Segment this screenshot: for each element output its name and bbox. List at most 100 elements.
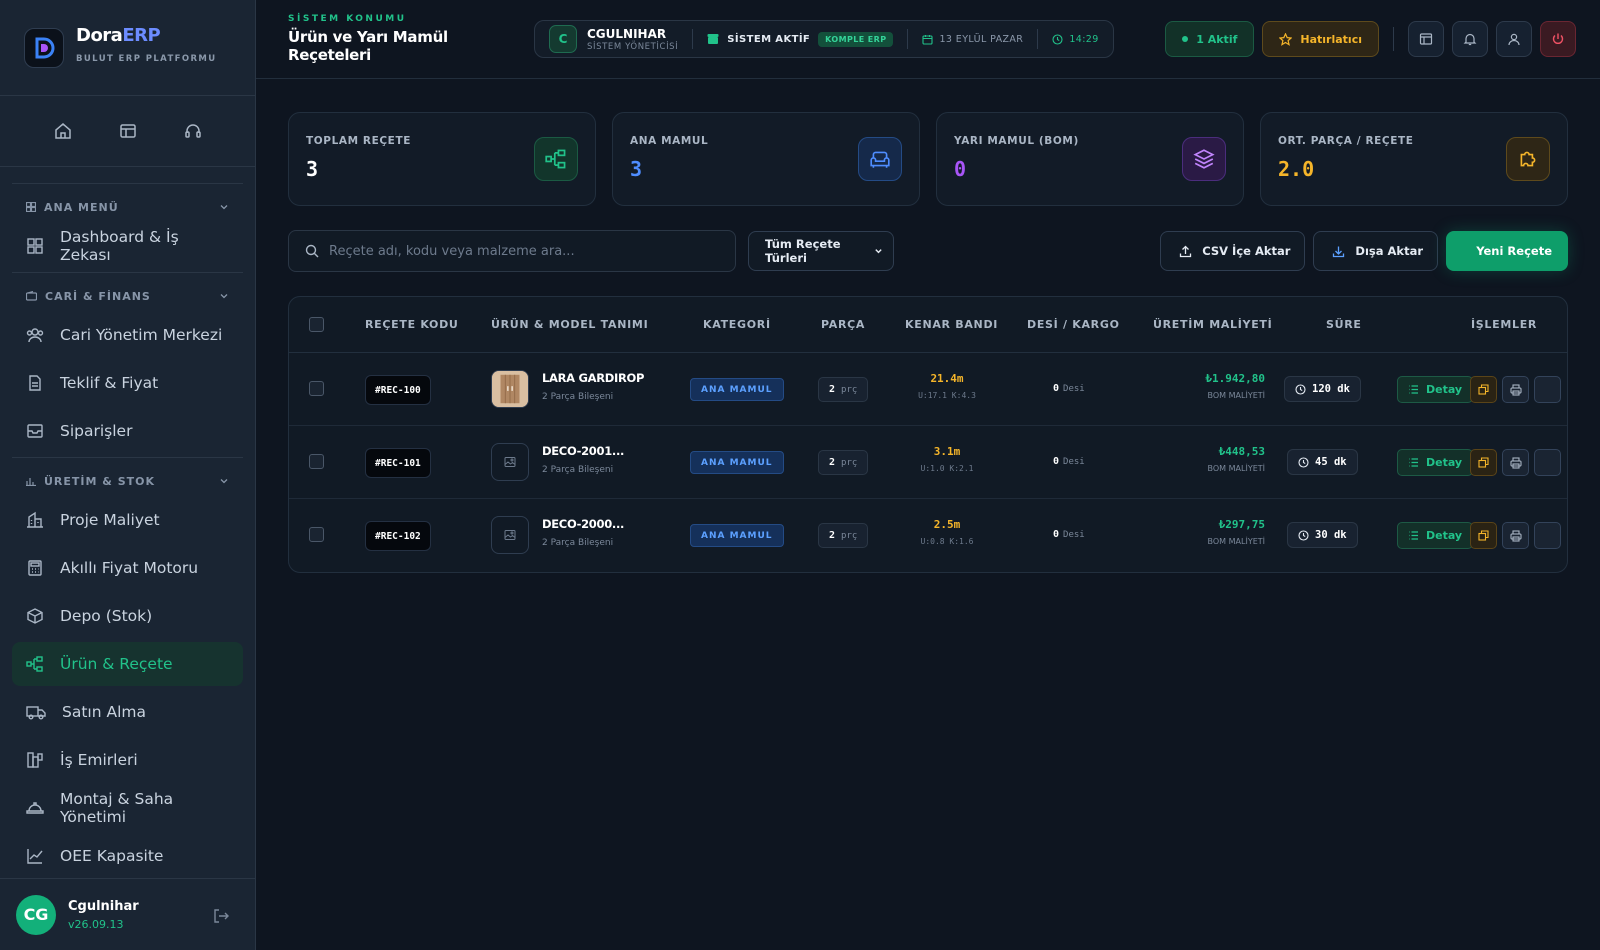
product-image <box>491 370 529 408</box>
detail-button[interactable]: Detay <box>1397 522 1474 549</box>
sidebar-item-teklif[interactable]: Teklif & Fiyat <box>12 361 243 405</box>
status-role: SİSTEM YÖNETİCİSİ <box>587 41 679 52</box>
user-name: Cgulnihar <box>68 898 139 914</box>
new-recipe-button[interactable]: Yeni Reçete <box>1446 231 1568 271</box>
col-product[interactable]: ÜRÜN & MODEL TANIMI <box>491 318 648 331</box>
sidebar-item-satin-alma[interactable]: Satın Alma <box>12 690 243 734</box>
nav-group-cari-finans[interactable]: CARİ & FİNANS <box>12 279 243 313</box>
table-row[interactable]: #REC-101 DECO-2001... 2 Parça Bileşeni A… <box>289 426 1567 499</box>
row-checkbox[interactable] <box>309 381 324 396</box>
copy-button[interactable] <box>1470 522 1497 549</box>
product-name[interactable]: DECO-2001... <box>542 444 624 458</box>
sidebar-item-label: Proje Maliyet <box>60 511 160 529</box>
profile-button[interactable] <box>1496 21 1532 57</box>
col-parts[interactable]: PARÇA <box>821 318 865 331</box>
store-icon <box>707 34 719 44</box>
parts-count: 2 prç <box>818 523 869 548</box>
copy-button[interactable] <box>1470 449 1497 476</box>
search-box <box>288 230 736 272</box>
col-category[interactable]: KATEGORİ <box>703 318 771 331</box>
logo[interactable] <box>24 28 64 68</box>
list-icon <box>1409 531 1418 540</box>
sidebar-item-label: Depo (Stok) <box>60 607 153 625</box>
sidebar-item-urun-recete[interactable]: Ürün & Reçete <box>12 642 243 686</box>
reminder-button[interactable]: Hatırlatıcı <box>1262 21 1379 57</box>
sidebar-item-oee[interactable]: OEE Kapasite <box>12 834 243 878</box>
nav: ANA MENÜ Dashboard & İş Zekası CARİ & Fİ… <box>0 167 255 878</box>
chevron-down-icon <box>220 479 228 484</box>
chevron-down-icon <box>875 249 882 254</box>
category-badge: ANA MAMUL <box>690 378 784 401</box>
col-cost[interactable]: ÜRETİM MALİYETİ <box>1153 318 1272 331</box>
topbar: SİSTEM KONUMU Ürün ve Yarı Mamül Reçetel… <box>256 0 1600 79</box>
sidebar-item-proje-maliyet[interactable]: Proje Maliyet <box>12 498 243 542</box>
table-row[interactable]: #REC-102 DECO-2000... 2 Parça Bileşeni A… <box>289 499 1567 572</box>
print-button[interactable] <box>1502 376 1529 403</box>
more-button[interactable] <box>1534 449 1561 476</box>
row-checkbox[interactable] <box>309 527 324 542</box>
layout-toggle-button[interactable] <box>1408 21 1444 57</box>
select-all-checkbox[interactable] <box>309 317 324 332</box>
col-desi[interactable]: DESİ / KARGO <box>1027 318 1120 331</box>
detail-button[interactable]: Detay <box>1397 376 1474 403</box>
row-checkbox[interactable] <box>309 454 324 469</box>
sidebar-item-cari[interactable]: Cari Yönetim Merkezi <box>12 313 243 357</box>
nav-group-ana-menu[interactable]: ANA MENÜ <box>12 190 243 224</box>
col-code[interactable]: REÇETE KODU <box>365 318 459 331</box>
sidebar-item-dashboard[interactable]: Dashboard & İş Zekası <box>12 224 243 268</box>
col-edge-band[interactable]: KENAR BANDI <box>905 318 998 331</box>
document-icon <box>29 375 41 391</box>
headset-icon[interactable] <box>178 116 208 146</box>
copy-icon <box>1478 384 1489 395</box>
export-button[interactable]: Dışa Aktar <box>1313 231 1438 271</box>
logout-icon[interactable] <box>212 907 230 929</box>
copy-button[interactable] <box>1470 376 1497 403</box>
col-duration[interactable]: SÜRE <box>1326 318 1362 331</box>
layout-icon[interactable] <box>113 116 143 146</box>
sidebar-item-is-emirleri[interactable]: İş Emirleri <box>12 738 243 782</box>
clock-icon <box>1298 456 1309 468</box>
system-status: SİSTEM AKTİF KOMPLE ERP <box>707 31 894 47</box>
sidebar-item-label: Cari Yönetim Merkezi <box>60 326 223 344</box>
col-actions: İŞLEMLER <box>1471 318 1538 331</box>
stat-card-semi-product: YARI MAMUL (BOM) 0 <box>936 112 1244 206</box>
print-button[interactable] <box>1502 522 1529 549</box>
avatar[interactable]: CG <box>16 894 56 935</box>
recipe-type-select[interactable]: Tüm Reçete Türleri <box>748 231 894 271</box>
power-button[interactable] <box>1540 21 1576 57</box>
production-cost: ₺448,53 BOM MALİYETİ <box>1207 445 1265 473</box>
home-icon[interactable] <box>48 116 78 146</box>
recipe-code[interactable]: #REC-102 <box>365 521 431 551</box>
active-users-button[interactable]: 1 Aktif <box>1165 21 1255 57</box>
nav-group-uretim-stok[interactable]: ÜRETİM & STOK <box>12 464 243 498</box>
csv-import-button[interactable]: CSV İçe Aktar <box>1160 231 1306 271</box>
category-badge: ANA MAMUL <box>690 451 784 474</box>
clock-icon <box>1295 383 1306 395</box>
page-title: Ürün ve Yarı Mamül Reçeteleri <box>288 28 448 64</box>
hierarchy-icon <box>26 656 43 672</box>
more-button[interactable] <box>1534 376 1561 403</box>
product-name[interactable]: LARA GARDIROP <box>542 371 644 385</box>
sidebar-item-montaj[interactable]: Montaj & Saha Yönetimi <box>12 786 243 830</box>
download-icon <box>1333 246 1345 257</box>
duration-badge: 120 dk <box>1284 376 1361 402</box>
sidebar-item-depo[interactable]: Depo (Stok) <box>12 594 243 638</box>
print-button[interactable] <box>1502 449 1529 476</box>
search-input[interactable] <box>329 243 709 259</box>
product-parts-info: 2 Parça Bileşeni <box>542 392 614 402</box>
duration-badge: 30 dk <box>1287 522 1358 548</box>
recipe-code[interactable]: #REC-100 <box>365 375 431 405</box>
more-button[interactable] <box>1534 522 1561 549</box>
sidebar-item-label: Akıllı Fiyat Motoru <box>60 559 199 577</box>
chart-icon <box>27 849 43 864</box>
detail-button[interactable]: Detay <box>1397 449 1474 476</box>
sidebar-item-fiyat-motoru[interactable]: Akıllı Fiyat Motoru <box>12 546 243 590</box>
product-name[interactable]: DECO-2000... <box>542 517 624 531</box>
recipe-code[interactable]: #REC-101 <box>365 448 431 478</box>
notifications-button[interactable] <box>1452 21 1488 57</box>
desi-value: 0 Desi <box>1053 456 1085 467</box>
table-row[interactable]: #REC-100 LARA GARDIROP 2 Parça Bileşeni … <box>289 353 1567 426</box>
stat-card-main-product: ANA MAMUL 3 <box>612 112 920 206</box>
sidebar-item-siparisler[interactable]: Siparişler <box>12 409 243 453</box>
upload-icon <box>1180 245 1192 257</box>
